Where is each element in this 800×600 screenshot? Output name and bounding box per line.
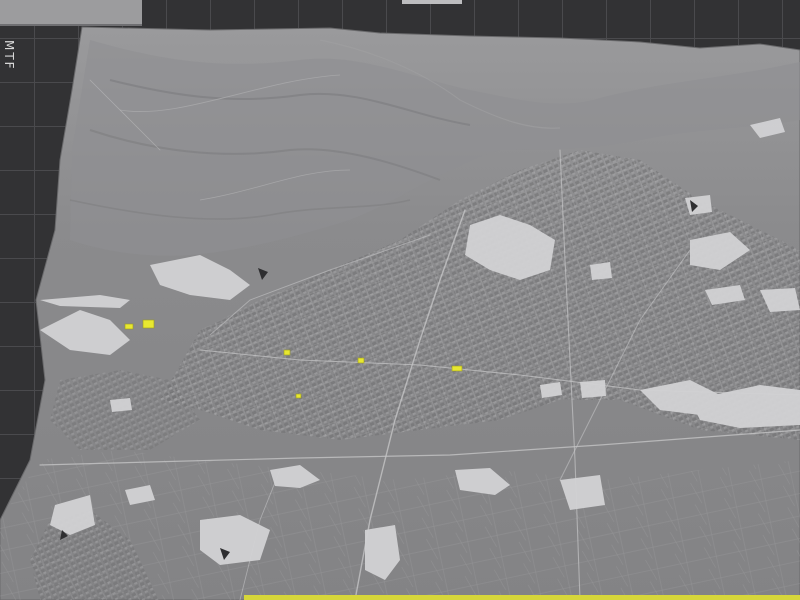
status-progress-bar — [244, 595, 800, 600]
terrain-mesh[interactable] — [0, 0, 800, 600]
marker-4 — [357, 357, 365, 364]
marker-2 — [124, 323, 134, 330]
3d-viewport[interactable]: MTF — [0, 0, 800, 600]
marker-3 — [283, 349, 291, 356]
marker-1 — [142, 319, 155, 329]
marker-6 — [295, 393, 302, 399]
marker-5 — [451, 365, 463, 372]
